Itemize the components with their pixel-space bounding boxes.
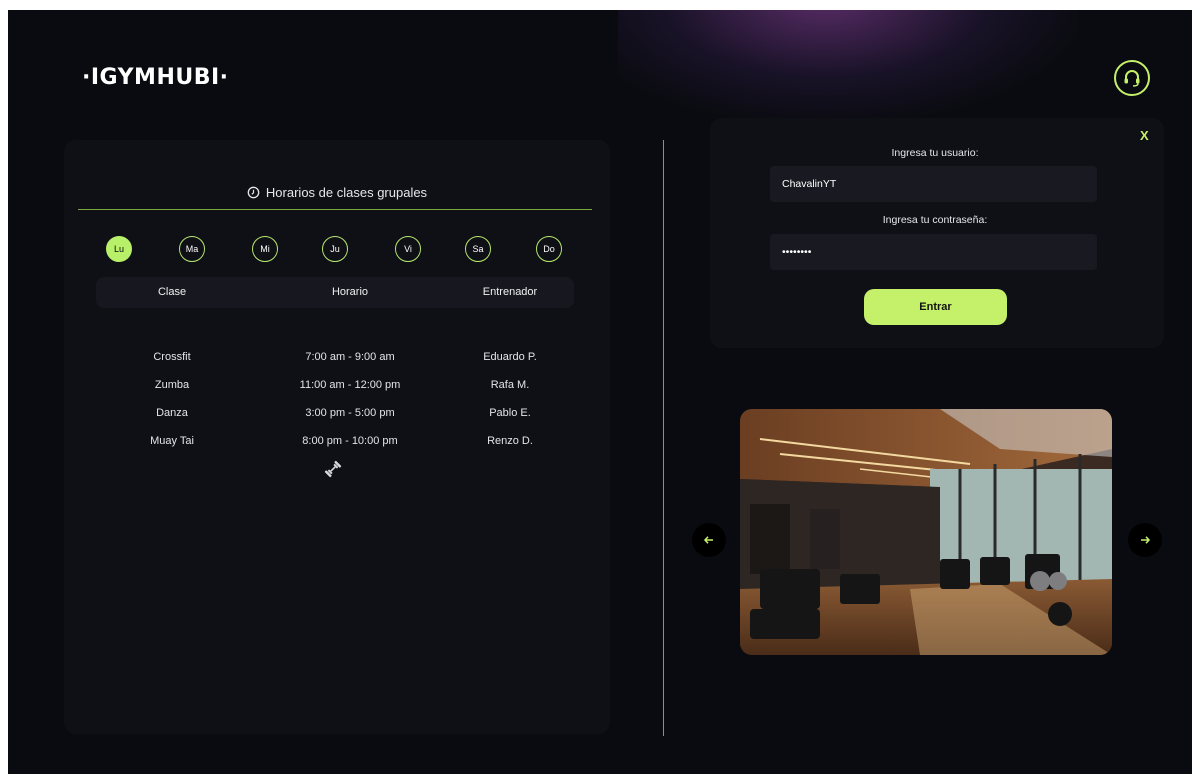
username-label: Ingresa tu usuario: (891, 147, 979, 159)
password-label: Ingresa tu contraseña: (882, 214, 988, 226)
schedule-panel: Horarios de clases grupales Lu Ma Mi Ju … (64, 140, 610, 734)
column-header-clase: Clase (157, 286, 187, 298)
day-vi[interactable]: Vi (395, 236, 421, 262)
day-ju[interactable]: Ju (322, 236, 348, 262)
cell-horario: 8:00 pm - 10:00 pm (302, 435, 398, 447)
dumbbell-icon (324, 460, 342, 478)
login-panel: X Ingresa tu usuario: Ingresa tu contras… (710, 118, 1164, 348)
day-lu[interactable]: Lu (106, 236, 132, 262)
cell-entrenador: Eduardo P. (483, 351, 537, 363)
column-header-entrenador: Entrenador (482, 286, 538, 298)
cell-horario: 11:00 am - 12:00 pm (299, 379, 401, 391)
cell-entrenador: Rafa M. (490, 379, 530, 391)
cell-clase: Crossfit (153, 351, 191, 363)
vertical-divider (663, 140, 664, 736)
enter-button[interactable]: Entrar (864, 289, 1007, 325)
gym-interior-image (740, 409, 1112, 655)
day-sa[interactable]: Sa (465, 236, 491, 262)
day-do[interactable]: Do (536, 236, 562, 262)
clock-icon (247, 186, 260, 199)
support-button[interactable] (1114, 60, 1150, 96)
cell-horario: 7:00 am - 9:00 am (305, 351, 395, 363)
schedule-header: Horarios de clases grupales (64, 185, 610, 200)
arrow-left-icon (703, 536, 713, 544)
day-mi[interactable]: Mi (252, 236, 278, 262)
cell-horario: 3:00 pm - 5:00 pm (305, 407, 395, 419)
table-header: Clase Horario Entrenador (96, 277, 574, 308)
column-header-horario: Horario (331, 286, 369, 298)
schedule-divider (78, 209, 592, 210)
cell-clase: Zumba (154, 379, 190, 391)
gymhub-logo[interactable]: ·IGYMHUBI· (82, 65, 229, 90)
day-ma[interactable]: Ma (179, 236, 205, 262)
close-button[interactable]: X (1140, 128, 1149, 143)
carousel-prev-button[interactable] (692, 523, 726, 557)
cell-entrenador: Renzo D. (487, 435, 533, 447)
cell-clase: Danza (156, 407, 188, 419)
arrow-right-icon (1141, 536, 1151, 544)
headset-icon (1124, 70, 1140, 87)
schedule-title: Horarios de clases grupales (265, 185, 428, 200)
background-glow (618, 10, 1078, 120)
cell-entrenador: Pablo E. (489, 407, 531, 419)
password-input[interactable] (770, 234, 1097, 270)
username-input[interactable] (770, 166, 1097, 202)
gym-photo (740, 409, 1112, 655)
app-frame: ·IGYMHUBI· Horarios de clases grupales L… (8, 10, 1192, 774)
carousel-next-button[interactable] (1128, 523, 1162, 557)
cell-clase: Muay Tai (150, 435, 194, 447)
